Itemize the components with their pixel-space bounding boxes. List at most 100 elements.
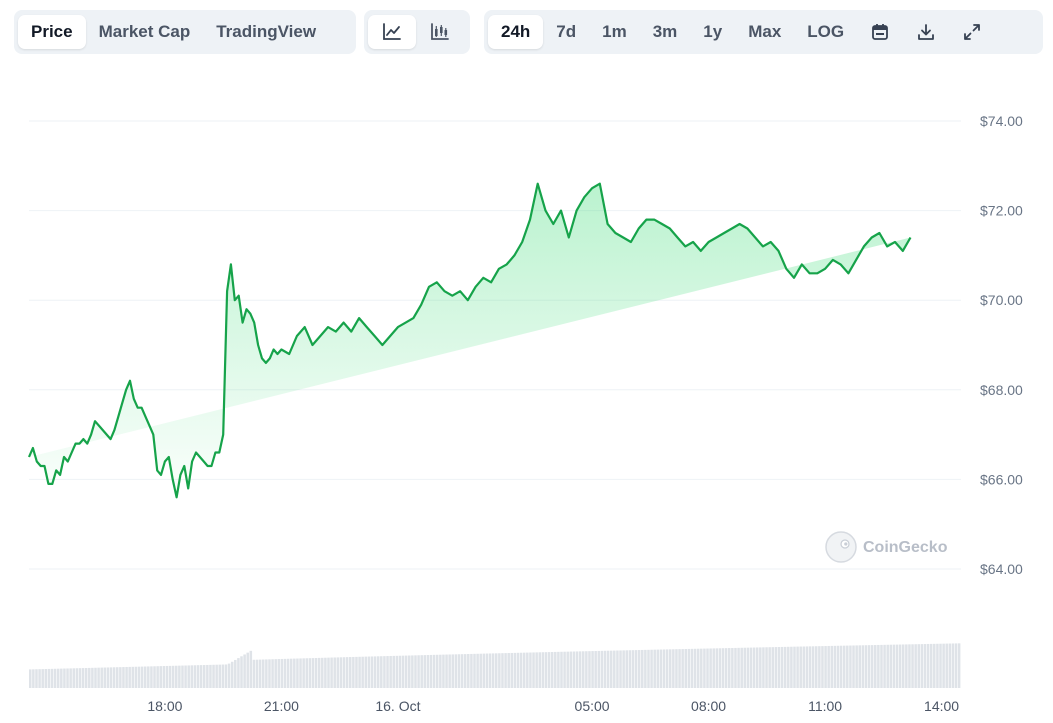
volume-bar xyxy=(426,655,430,688)
x-tick-label: 18:00 xyxy=(147,698,182,714)
volume-bar xyxy=(293,658,296,688)
volume-bar xyxy=(780,646,784,688)
volume-bar xyxy=(414,655,417,688)
volume-bar xyxy=(864,645,868,688)
volume-bar xyxy=(277,659,281,688)
volume-bar xyxy=(526,652,529,688)
volume-bar xyxy=(314,657,318,688)
volume-bar xyxy=(731,647,734,688)
volume-bar xyxy=(603,650,607,688)
volume-bar xyxy=(392,655,395,688)
volume-bar xyxy=(190,665,194,688)
volume-bar xyxy=(734,647,737,688)
x-tick-label: 21:00 xyxy=(264,698,299,714)
volume-bar xyxy=(591,651,594,688)
volume-bar xyxy=(479,653,482,688)
volume-bar xyxy=(178,665,181,688)
volume-bar xyxy=(476,653,479,688)
volume-bar xyxy=(824,646,827,688)
volume-bar xyxy=(115,667,119,688)
volume-bar xyxy=(507,653,510,688)
volume-bar xyxy=(84,667,88,688)
volume-bar xyxy=(237,658,240,688)
volume-bar xyxy=(355,656,358,688)
volume-bar xyxy=(606,650,610,688)
volume-bar xyxy=(35,669,38,688)
volume-bar xyxy=(386,656,389,688)
volume-bar xyxy=(578,651,582,688)
volume-bar xyxy=(827,645,830,688)
volume-bar xyxy=(501,653,504,688)
volume-bar xyxy=(230,661,234,688)
volume-bar xyxy=(119,667,122,688)
volume-bar xyxy=(889,644,893,688)
volume-bar xyxy=(29,669,32,688)
volume-bar xyxy=(529,652,532,688)
volume-bar xyxy=(482,653,486,688)
volume-bar xyxy=(488,653,492,688)
volume-bar xyxy=(330,657,333,688)
volume-bar xyxy=(572,651,576,688)
volume-bar xyxy=(752,647,756,688)
coingecko-watermark: CoinGecko xyxy=(825,531,948,563)
volume-bar xyxy=(613,650,616,688)
volume-bar xyxy=(50,668,54,688)
price-area xyxy=(29,183,911,498)
volume-bar xyxy=(125,666,128,688)
volume-bar xyxy=(631,650,635,688)
volume-bar xyxy=(370,656,374,688)
volume-bar xyxy=(240,656,243,688)
volume-bar xyxy=(700,648,703,688)
volume-bar xyxy=(227,663,231,688)
volume-bar xyxy=(162,666,166,688)
volume-bar xyxy=(647,649,650,688)
volume-bar xyxy=(846,645,849,688)
volume-bar xyxy=(516,652,520,688)
volume-bar xyxy=(445,654,448,688)
volume-bar xyxy=(448,654,451,688)
volume-bar xyxy=(212,664,215,688)
volume-bar xyxy=(252,659,256,688)
volume-bar xyxy=(948,643,952,688)
volume-bar xyxy=(625,650,628,688)
volume-bar xyxy=(53,668,57,688)
volume-bar xyxy=(439,654,442,688)
volume-bar xyxy=(554,651,557,688)
volume-bar xyxy=(678,649,681,688)
volume-bar xyxy=(557,651,560,688)
volume-bar xyxy=(718,648,722,688)
volume-bar xyxy=(622,650,625,688)
volume-bar xyxy=(435,654,439,688)
volume-bar xyxy=(451,654,455,688)
volume-bar xyxy=(311,658,315,688)
volume-bar xyxy=(957,643,961,688)
volume-bar xyxy=(777,647,781,688)
volume-bar xyxy=(262,659,265,688)
volume-bar xyxy=(814,646,818,688)
volume-bar xyxy=(81,668,85,688)
volume-bar xyxy=(150,666,153,688)
volume-bar xyxy=(510,652,514,688)
volume-bar xyxy=(401,655,405,688)
volume-bar xyxy=(268,659,271,688)
volume-bar xyxy=(60,668,63,688)
volume-bar xyxy=(327,657,330,688)
volume-bar xyxy=(594,651,597,688)
volume-bar xyxy=(358,656,361,688)
volume-bar xyxy=(345,657,349,688)
volume-bar xyxy=(224,664,228,688)
volume-bar xyxy=(296,658,299,688)
grid-lines xyxy=(29,120,961,570)
volume-bar xyxy=(498,653,501,688)
volume-bar xyxy=(470,653,473,688)
volume-bar xyxy=(112,667,116,688)
volume-bar xyxy=(364,656,368,688)
volume-bar xyxy=(668,649,672,688)
volume-bar xyxy=(122,667,125,688)
y-tick-label: $70.00 xyxy=(980,292,1023,308)
volume-bar xyxy=(696,648,700,688)
volume-bar xyxy=(728,648,731,688)
volume-bar xyxy=(258,659,262,688)
volume-bar xyxy=(199,665,203,688)
volume-bar xyxy=(495,653,498,688)
